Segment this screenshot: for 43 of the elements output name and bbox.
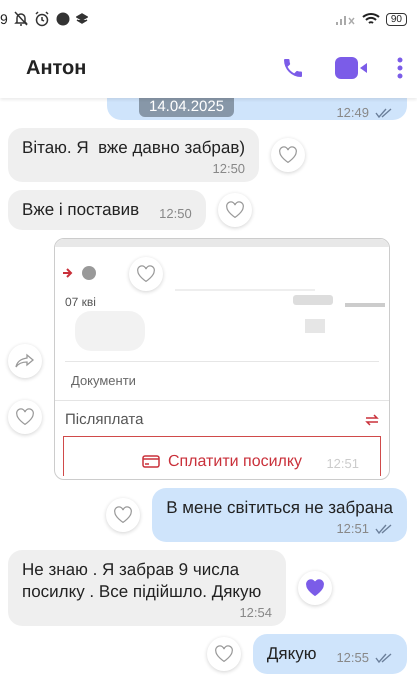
layers-icon [76,13,88,25]
heart-icon [224,201,245,219]
swap-icon [365,414,379,426]
contact-name: Антон [26,56,88,80]
date-chip: 14.04.2025 [139,98,234,117]
phone-icon[interactable] [281,56,305,80]
heart-button[interactable] [298,571,332,605]
message-time: 12:54 [239,605,272,620]
message-time: 12:50 [159,206,192,221]
heart-button[interactable] [106,498,140,532]
share-icon [15,353,35,369]
message-text: Вже і поставив [22,199,140,221]
heart-icon [15,408,35,426]
documents-label: Документи [55,369,389,401]
alarm-icon [34,11,50,27]
video-call-icon[interactable] [335,57,367,79]
heart-icon [278,146,298,164]
date-text: 07 кві [65,295,96,309]
message-text: Вітаю. Я вже давно забрав) [22,137,246,159]
heart-icon [214,645,234,663]
muted-bell-icon [14,11,28,27]
cod-label: Післяплата [65,411,144,428]
heart-icon [136,265,156,283]
signal-icon [336,13,356,25]
message-time: 12:55 [336,650,369,665]
more-menu-icon[interactable] [397,57,403,79]
share-button[interactable] [8,344,42,378]
heart-icon [113,506,134,524]
message-time: 12:51 [336,521,369,536]
message-time: 12:50 [212,161,246,176]
status-time: 9 [0,11,8,27]
battery-level: 90 [386,12,407,26]
heart-button[interactable] [8,400,42,434]
heart-button[interactable] [271,138,306,172]
heart-button[interactable] [218,193,252,227]
message-text: Дякую [266,643,316,665]
card-icon [142,455,160,468]
heart-icon [305,579,325,597]
message-text: В мене світиться не забрана [166,497,393,519]
wifi-icon [362,12,380,26]
heart-button[interactable] [206,637,241,671]
message-time: 12:49 [336,105,369,120]
message-text: Не знаю . Я забрав 9 числа посилку . Все підійшло. Дякую [22,559,262,603]
